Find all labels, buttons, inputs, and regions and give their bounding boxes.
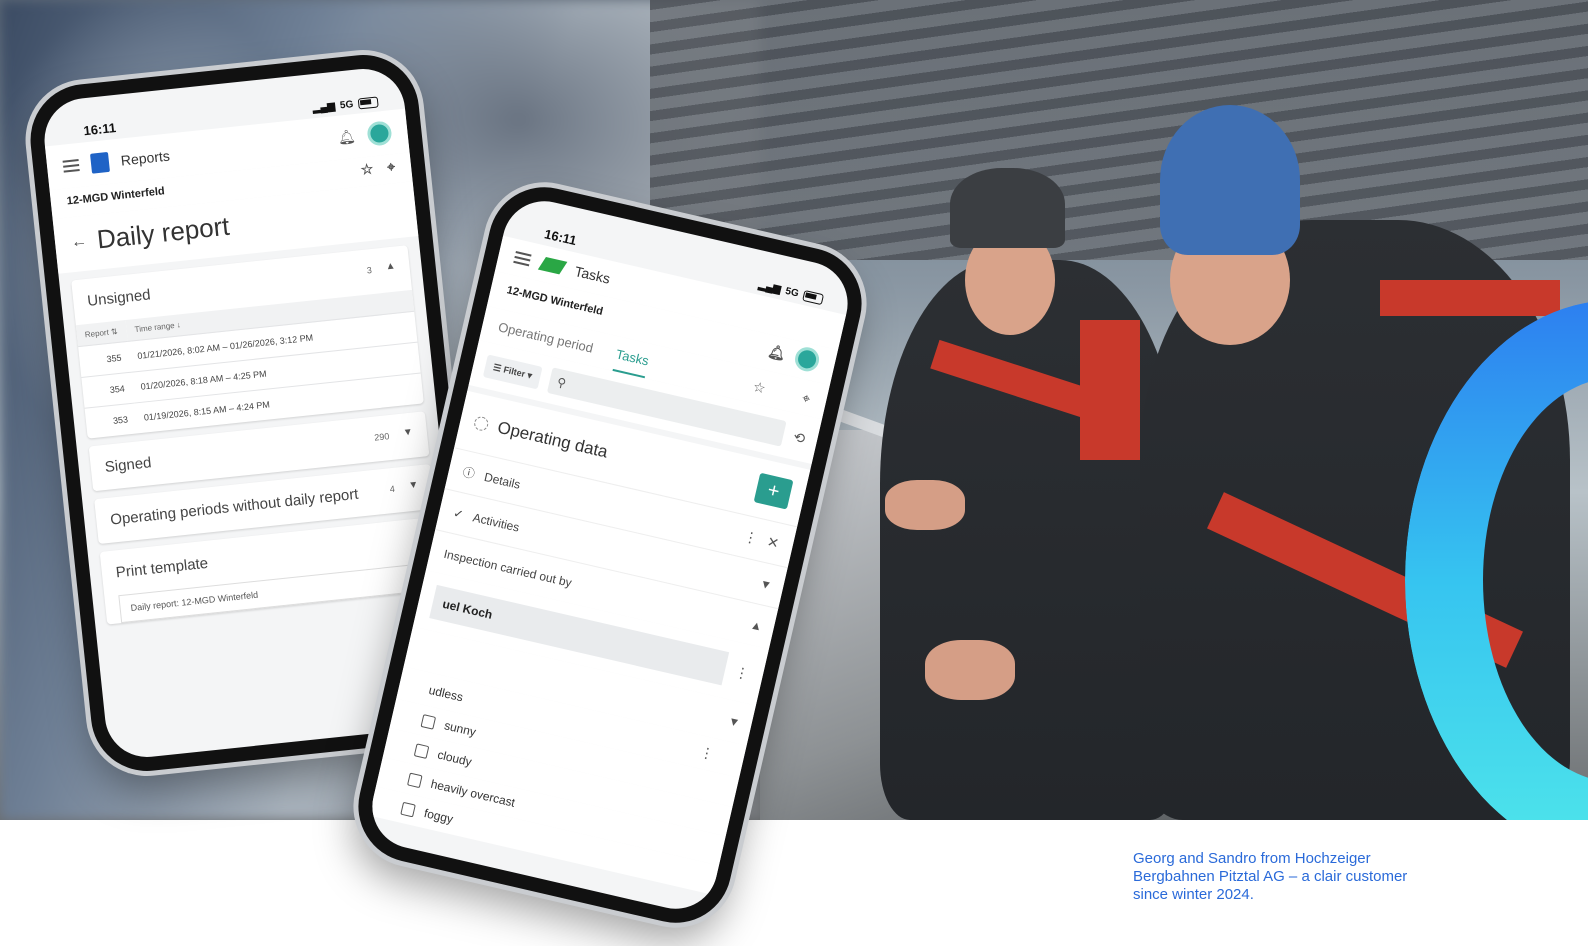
unsigned-count: 3 xyxy=(366,265,373,276)
weather-option-label: foggy xyxy=(422,806,455,827)
checkbox[interactable] xyxy=(407,772,423,788)
signed-count: 290 xyxy=(373,431,390,443)
weather-option-label: sunny xyxy=(442,718,478,740)
info-icon: ⓘ xyxy=(461,464,477,482)
without-report-count: 4 xyxy=(389,483,396,495)
status-circle-icon xyxy=(472,415,490,433)
filter-button[interactable]: ☰ Filter ▾ xyxy=(482,353,543,389)
back-arrow-icon[interactable]: ← xyxy=(70,232,88,252)
person-sandro xyxy=(880,260,1180,820)
tasks-app-icon xyxy=(537,256,568,275)
chevron-up-icon[interactable]: ▴ xyxy=(751,616,761,634)
add-button[interactable]: + xyxy=(753,472,794,510)
network-label: 5G xyxy=(339,99,354,112)
hand-holding-phone xyxy=(885,480,965,530)
signal-icon: ▂▄▆ xyxy=(312,100,336,115)
beanie xyxy=(1160,105,1300,255)
avatar[interactable] xyxy=(366,120,393,147)
status-time: 16:11 xyxy=(542,226,579,249)
more-options-icon[interactable]: ⋮ xyxy=(742,528,759,548)
without-report-label: Operating periods without daily report xyxy=(109,485,360,529)
search-icon: ⚲ xyxy=(555,374,568,391)
map-pin-icon[interactable]: ⌖ xyxy=(386,158,396,176)
station-roof xyxy=(650,0,1588,260)
photo-caption: Georg and Sandro from Hochzeiger Bergbah… xyxy=(1133,850,1408,903)
star-icon[interactable]: ☆ xyxy=(749,378,767,405)
checkbox[interactable] xyxy=(400,801,416,817)
network-label: 5G xyxy=(784,285,800,300)
hand-pointing xyxy=(925,640,1015,700)
battery-icon xyxy=(357,96,379,110)
chevron-down-icon[interactable]: ▼ xyxy=(408,479,419,491)
history-icon[interactable]: ⟲ xyxy=(792,428,807,447)
signal-icon: ▂▄▆ xyxy=(757,279,782,296)
checkbox[interactable] xyxy=(420,713,437,730)
app-title: Reports xyxy=(120,147,171,169)
weather-option-label: cloudy xyxy=(436,747,474,769)
chevron-down-icon[interactable]: ▼ xyxy=(402,427,413,439)
menu-icon[interactable] xyxy=(513,251,532,267)
notification-bell-icon[interactable]: 🔔︎ xyxy=(766,342,788,363)
page-title: Daily report xyxy=(95,210,231,255)
battery-icon xyxy=(802,289,825,306)
close-icon[interactable]: ✕ xyxy=(765,533,781,552)
map-pin-icon[interactable]: ⌖ xyxy=(799,389,812,415)
chevron-down-icon[interactable]: ▾ xyxy=(729,713,739,731)
more-options-icon[interactable]: ⋮ xyxy=(733,663,750,683)
menu-icon[interactable] xyxy=(62,159,80,173)
avatar[interactable] xyxy=(792,344,822,374)
notification-bell-icon[interactable]: 🔔︎ xyxy=(337,128,356,147)
check-icon: ✓ xyxy=(452,505,465,522)
signed-label: Signed xyxy=(103,454,153,476)
status-time: 16:11 xyxy=(82,120,117,139)
report-number: 353 xyxy=(84,403,138,439)
unsigned-section: Unsigned 3 ▲ Report ⇅ Time range ↓ 355 0… xyxy=(71,245,424,439)
chevron-up-icon[interactable]: ▲ xyxy=(385,261,396,273)
checkbox[interactable] xyxy=(413,742,430,759)
reports-app-icon xyxy=(90,151,110,174)
cap xyxy=(950,168,1065,248)
more-options-icon[interactable]: ⋮ xyxy=(698,744,715,764)
chevron-down-icon[interactable]: ▾ xyxy=(761,575,771,593)
star-icon[interactable]: ☆ xyxy=(360,160,374,178)
